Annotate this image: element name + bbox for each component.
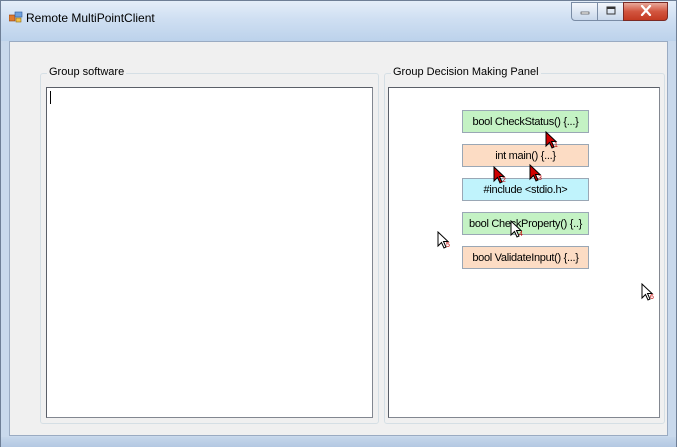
group-software-textarea[interactable] bbox=[46, 87, 373, 418]
decision-panel-label: Group Decision Making Panel bbox=[391, 66, 541, 78]
pointer-cursor-icon: 3 bbox=[529, 163, 543, 184]
code-block-validate-input[interactable]: bool ValidateInput() {...} bbox=[462, 246, 589, 269]
group-software-label: Group software bbox=[47, 66, 127, 78]
title-bar[interactable]: Remote MultiPointClient bbox=[1, 1, 676, 41]
code-block-check-status[interactable]: bool CheckStatus() {...} bbox=[462, 110, 589, 133]
decision-panel-box: Group Decision Making Panel bool CheckSt… bbox=[384, 66, 665, 424]
group-software-box: Group software bbox=[40, 66, 379, 424]
window-title: Remote MultiPointClient bbox=[26, 11, 155, 25]
pointer-cursor-icon: 6 bbox=[641, 282, 655, 303]
code-block-check-property[interactable]: bool CheckProperty() {..} bbox=[462, 212, 589, 235]
code-block-include[interactable]: #include <stdio.h> bbox=[462, 178, 589, 201]
minimize-icon bbox=[580, 6, 590, 18]
app-icon bbox=[8, 11, 23, 23]
decision-panel-canvas[interactable]: bool CheckStatus() {...} int main() {...… bbox=[388, 87, 660, 418]
client-area: Group software Group Decision Making Pan… bbox=[9, 41, 668, 436]
cursor-label: 2 bbox=[502, 177, 506, 184]
cursor-label: 3 bbox=[538, 175, 542, 182]
window-bottom-border bbox=[1, 437, 676, 447]
pointer-cursor-icon: 4 bbox=[510, 219, 524, 240]
close-button[interactable] bbox=[623, 2, 668, 21]
maximize-button[interactable] bbox=[597, 2, 624, 21]
code-block-main[interactable]: int main() {...} bbox=[462, 144, 589, 167]
app-window: Remote MultiPointClient Group software G… bbox=[0, 0, 677, 447]
cursor-label: 5 bbox=[446, 242, 450, 249]
pointer-cursor-icon: 5 bbox=[437, 230, 451, 251]
pointer-cursor-icon: 1 bbox=[545, 130, 559, 151]
text-caret bbox=[50, 91, 51, 104]
close-icon bbox=[640, 4, 652, 19]
pointer-cursor-icon: 2 bbox=[493, 165, 507, 186]
cursor-label: 6 bbox=[650, 294, 654, 301]
cursor-label: 1 bbox=[554, 142, 558, 149]
caption-buttons bbox=[571, 2, 668, 22]
maximize-icon bbox=[606, 6, 616, 18]
cursor-label: 4 bbox=[519, 231, 523, 238]
minimize-button[interactable] bbox=[571, 2, 598, 21]
